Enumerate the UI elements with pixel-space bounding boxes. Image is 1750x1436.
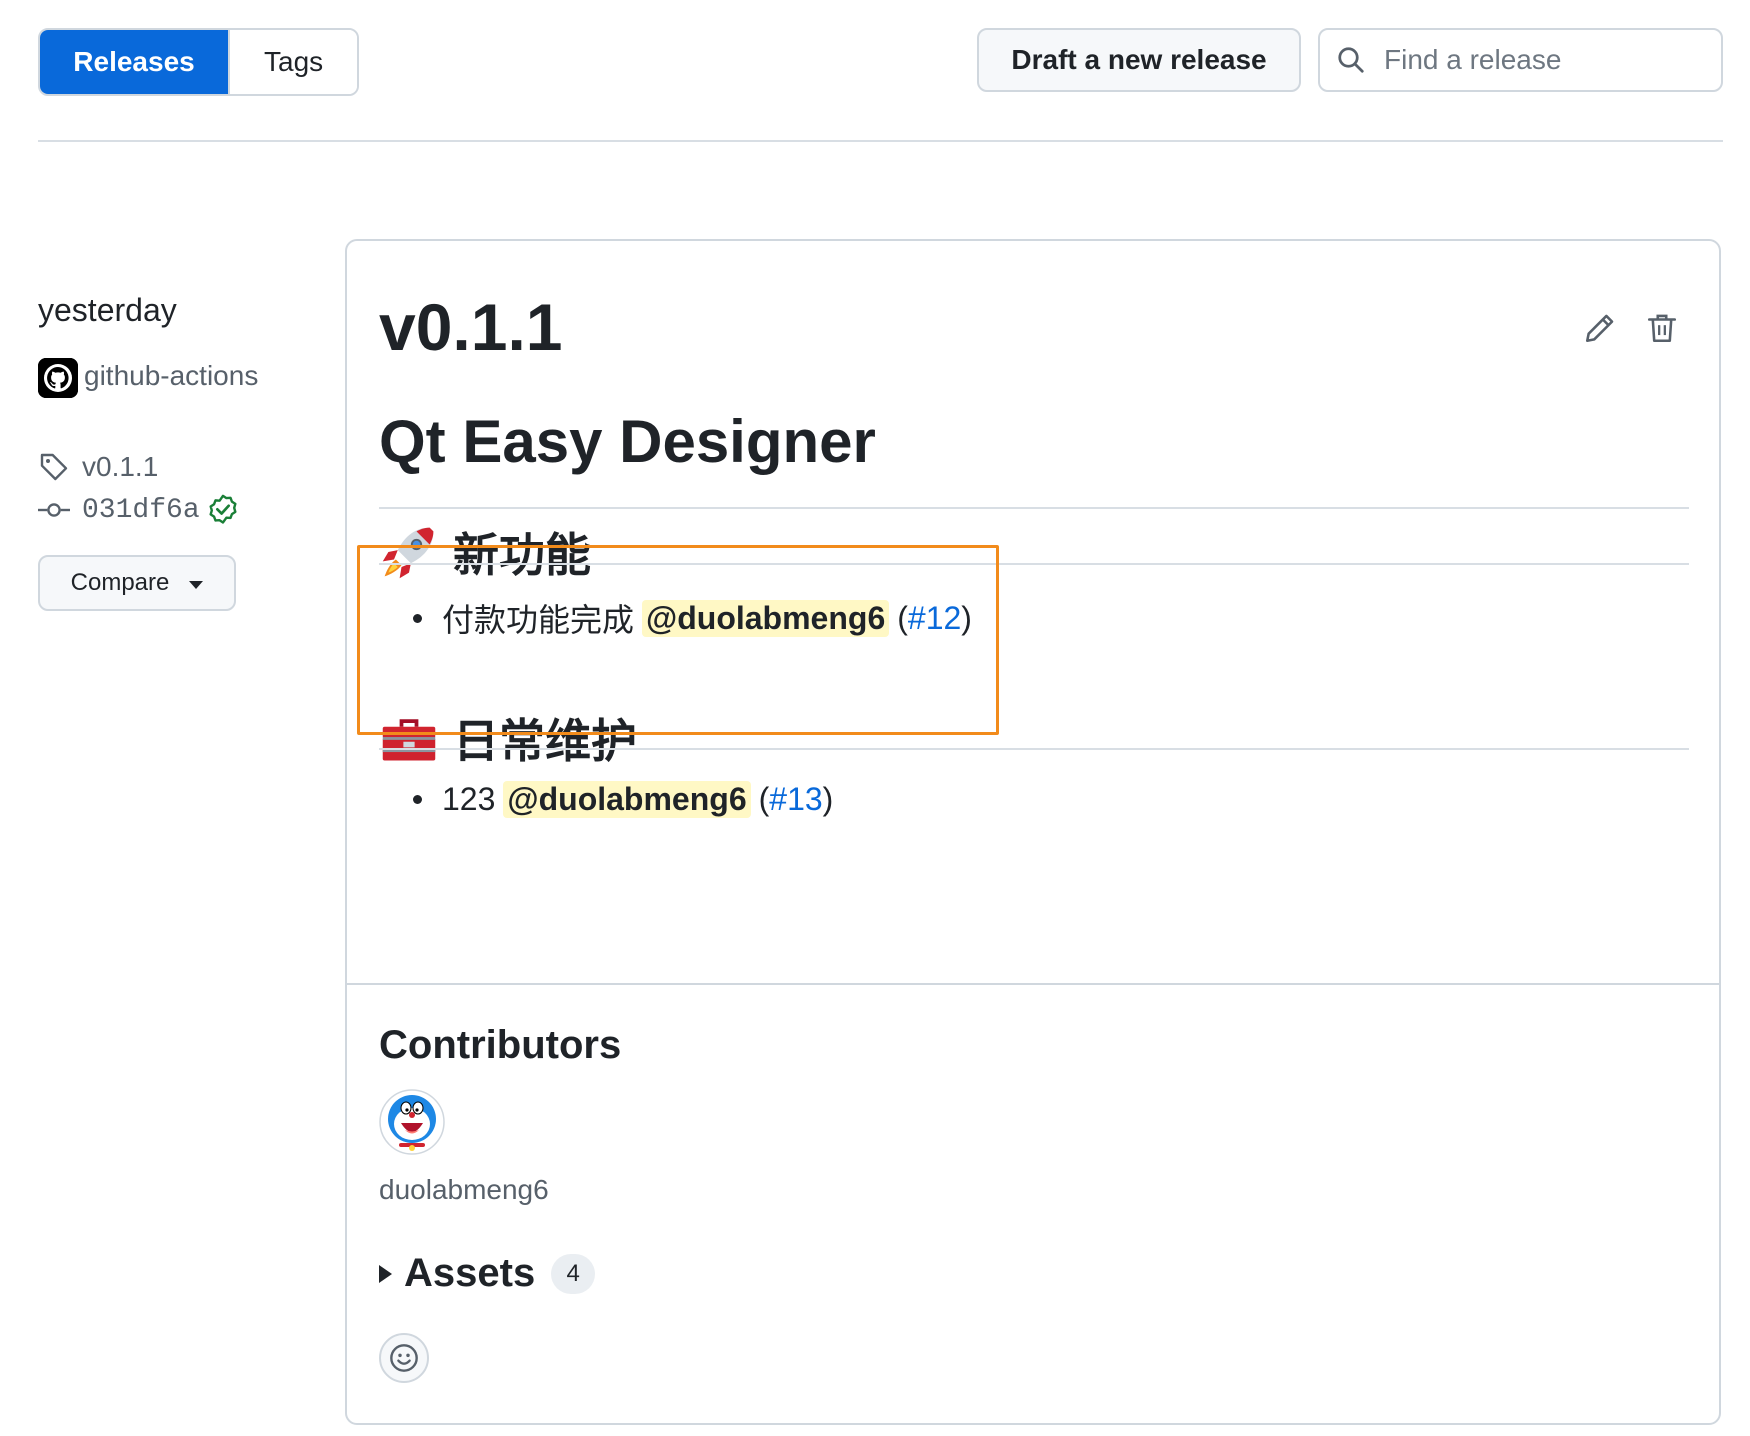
compare-button[interactable]: Compare [38, 555, 236, 611]
chevron-down-icon [189, 581, 204, 589]
trash-icon[interactable] [1645, 311, 1679, 345]
author-name[interactable]: github-actions [84, 360, 258, 391]
card-section-divider [347, 983, 1719, 985]
pr-paren-open: ( [758, 781, 770, 817]
title-divider [379, 507, 1689, 509]
rocket-icon [382, 527, 434, 579]
user-mention[interactable]: @duolabmeng6 [642, 599, 890, 637]
list-item: 付款功能完成 @duolabmeng6 ( #12 ) [413, 595, 972, 641]
tag-icon [40, 453, 68, 481]
triangle-right-icon [379, 1264, 392, 1283]
release-title: Qt Easy Designer [379, 408, 876, 475]
release-actions [1583, 311, 1679, 345]
section-heading-text: 新功能 [453, 529, 591, 581]
commit-row[interactable]: 031df6a [38, 493, 240, 527]
assets-toggle[interactable]: Assets 4 [379, 1251, 596, 1296]
release-date: yesterday [38, 292, 177, 328]
search-icon [1338, 47, 1364, 73]
section-divider [379, 748, 1689, 750]
section-heading-maintenance: 日常维护 [379, 705, 637, 771]
release-tabs: Releases Tags [38, 28, 360, 96]
commit-hash[interactable]: 031df6a [82, 495, 200, 526]
draft-release-button[interactable]: Draft a new release [977, 28, 1301, 92]
pr-link[interactable]: #12 [908, 600, 961, 637]
contributor-name[interactable]: duolabmeng6 [379, 1174, 549, 1206]
release-card: v0.1.1 Qt Easy Designer 新功能 付款功能完成 @duol… [345, 239, 1721, 1425]
header-divider [38, 140, 1723, 142]
compare-label: Compare [70, 569, 170, 596]
assets-label: Assets [404, 1251, 536, 1295]
github-avatar-icon [38, 357, 78, 398]
list-item: 123 @duolabmeng6 ( #13 ) [413, 781, 833, 818]
item-text: 付款功能完成 [442, 602, 635, 638]
add-reaction-button[interactable] [379, 1333, 429, 1383]
section-heading-text: 日常维护 [453, 715, 637, 767]
section-heading-features: 新功能 [379, 519, 591, 585]
doraemon-avatar-icon [379, 1089, 445, 1155]
pr-link[interactable]: #13 [769, 781, 822, 818]
section-divider [379, 563, 1689, 565]
verified-icon[interactable] [206, 493, 240, 527]
search-input[interactable] [1382, 43, 1706, 77]
release-tag-row[interactable]: v0.1.1 [38, 451, 158, 483]
contributors-title: Contributors [379, 1023, 622, 1067]
item-text: 123 [442, 781, 496, 817]
bullet [413, 613, 422, 623]
contributor-avatar[interactable] [379, 1089, 445, 1155]
tag-name[interactable]: v0.1.1 [82, 451, 158, 483]
toolbox-icon [382, 719, 436, 761]
user-mention[interactable]: @duolabmeng6 [503, 781, 751, 818]
release-version[interactable]: v0.1.1 [379, 289, 563, 365]
release-body: v0.1.1 Qt Easy Designer 新功能 付款功能完成 @duol… [347, 241, 1719, 983]
commit-icon [38, 503, 70, 517]
pr-paren-close: ) [961, 599, 972, 636]
release-author[interactable]: github-actions [38, 354, 278, 398]
tab-releases[interactable]: Releases [40, 30, 228, 94]
pr-paren-close: ) [822, 781, 834, 817]
release-search[interactable] [1318, 28, 1723, 92]
bullet [413, 795, 422, 804]
assets-count-badge: 4 [551, 1253, 596, 1294]
pr-paren-open: ( [897, 599, 908, 636]
tab-tags[interactable]: Tags [228, 30, 358, 94]
smiley-icon [390, 1344, 418, 1372]
pencil-icon[interactable] [1583, 311, 1617, 345]
